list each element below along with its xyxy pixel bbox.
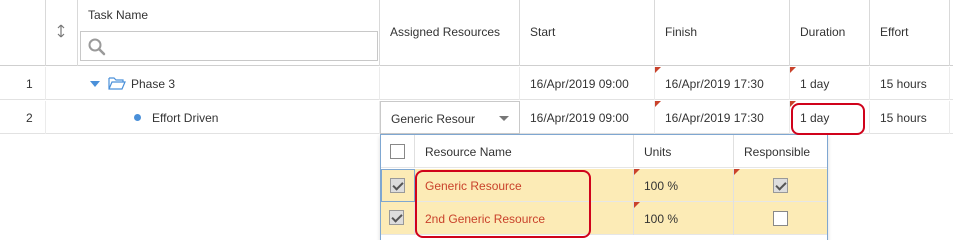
header-start-label: Start — [530, 25, 556, 39]
responsible-checkbox[interactable] — [773, 211, 788, 226]
search-icon — [88, 38, 106, 56]
select-all-cell[interactable] — [381, 135, 415, 168]
resource-picker-header: Resource Name Units Responsible — [381, 135, 827, 168]
dirty-marker — [734, 169, 740, 175]
folder-open-icon — [108, 77, 126, 90]
resize-vertical-icon[interactable] — [57, 24, 65, 38]
header-task-name[interactable]: Task Name — [78, 0, 380, 66]
start-value: 16/Apr/2019 09:00 — [530, 111, 629, 125]
header-row-number — [0, 0, 46, 66]
task-name: Effort Driven — [152, 111, 219, 125]
assigned-resources-combo-value: Generic Resour — [391, 112, 476, 126]
assigned-resources-combo[interactable]: Generic Resour — [380, 101, 520, 134]
dirty-marker — [634, 202, 640, 208]
collapse-arrow-icon[interactable] — [90, 81, 100, 88]
row-number-cell: 2 — [0, 101, 46, 134]
resource-units: 100 % — [644, 179, 679, 193]
start-cell[interactable]: 16/Apr/2019 09:00 — [520, 101, 655, 134]
header-effort-label: Effort — [880, 25, 909, 39]
finish-value: 16/Apr/2019 17:30 — [665, 111, 764, 125]
start-value: 16/Apr/2019 09:00 — [530, 77, 629, 91]
header-sort-handle[interactable] — [46, 0, 78, 66]
header-resource-name-label: Resource Name — [425, 145, 512, 159]
dirty-marker — [655, 101, 661, 107]
row-number: 2 — [26, 111, 33, 125]
assigned-resources-cell[interactable] — [380, 67, 520, 100]
effort-cell[interactable]: 15 hours — [870, 67, 950, 100]
resource-units-cell[interactable]: 100 % — [634, 202, 734, 235]
resource-select-checkbox[interactable] — [389, 210, 404, 225]
grid-header: Task Name Assigned Resources Start Finis… — [0, 0, 953, 66]
task-name-cell[interactable]: Phase 3 — [46, 67, 380, 100]
resource-select-checkbox[interactable] — [390, 178, 405, 193]
header-effort[interactable]: Effort — [870, 0, 950, 66]
dirty-marker — [634, 169, 640, 175]
header-finish[interactable]: Finish — [655, 0, 790, 66]
duration-value: 1 day — [800, 77, 830, 91]
row-number-cell: 1 — [0, 67, 46, 100]
resource-responsible-cell[interactable] — [734, 202, 827, 235]
header-assigned-resources[interactable]: Assigned Resources — [380, 0, 520, 66]
resource-units: 100 % — [644, 212, 679, 226]
header-assigned-resources-label: Assigned Resources — [390, 25, 501, 39]
effort-value: 15 hours — [880, 77, 927, 91]
task-name: Phase 3 — [131, 77, 176, 91]
duration-cell[interactable]: 1 day — [790, 67, 870, 100]
resource-names-highlight — [415, 170, 591, 238]
header-responsible-label: Responsible — [744, 145, 811, 159]
finish-value: 16/Apr/2019 17:30 — [665, 77, 764, 91]
header-units-label: Units — [644, 145, 672, 159]
resource-responsible-cell[interactable] — [734, 169, 827, 202]
finish-cell[interactable]: 16/Apr/2019 17:30 — [655, 67, 790, 100]
header-units[interactable]: Units — [634, 135, 734, 168]
table-row[interactable]: 1 Phase 3 16/Apr/2019 09:00 16/Apr/2019 … — [0, 67, 953, 100]
header-resource-name[interactable]: Resource Name — [415, 135, 634, 168]
header-duration[interactable]: Duration — [790, 0, 870, 66]
chevron-down-icon[interactable] — [499, 116, 509, 121]
header-start[interactable]: Start — [520, 0, 655, 66]
dirty-marker — [655, 67, 661, 73]
effort-cell[interactable]: 15 hours — [870, 101, 950, 134]
task-name-cell[interactable]: Effort Driven — [46, 101, 380, 134]
header-finish-label: Finish — [665, 25, 698, 39]
task-bullet-icon — [134, 114, 141, 121]
start-cell[interactable]: 16/Apr/2019 09:00 — [520, 67, 655, 100]
header-task-name-label: Task Name — [88, 8, 149, 22]
responsible-checkbox[interactable] — [773, 178, 788, 193]
task-search-input[interactable] — [80, 31, 378, 61]
resource-select-cell[interactable] — [381, 202, 415, 235]
header-responsible[interactable]: Responsible — [734, 135, 827, 168]
resource-units-cell[interactable]: 100 % — [634, 169, 734, 202]
header-duration-label: Duration — [800, 25, 846, 39]
select-all-checkbox[interactable] — [390, 144, 405, 159]
effort-value: 15 hours — [880, 111, 927, 125]
finish-cell[interactable]: 16/Apr/2019 17:30 — [655, 101, 790, 134]
duration-highlight — [791, 103, 865, 135]
dirty-marker — [790, 67, 796, 73]
row-number: 1 — [26, 77, 33, 91]
resource-select-cell[interactable] — [381, 169, 415, 202]
